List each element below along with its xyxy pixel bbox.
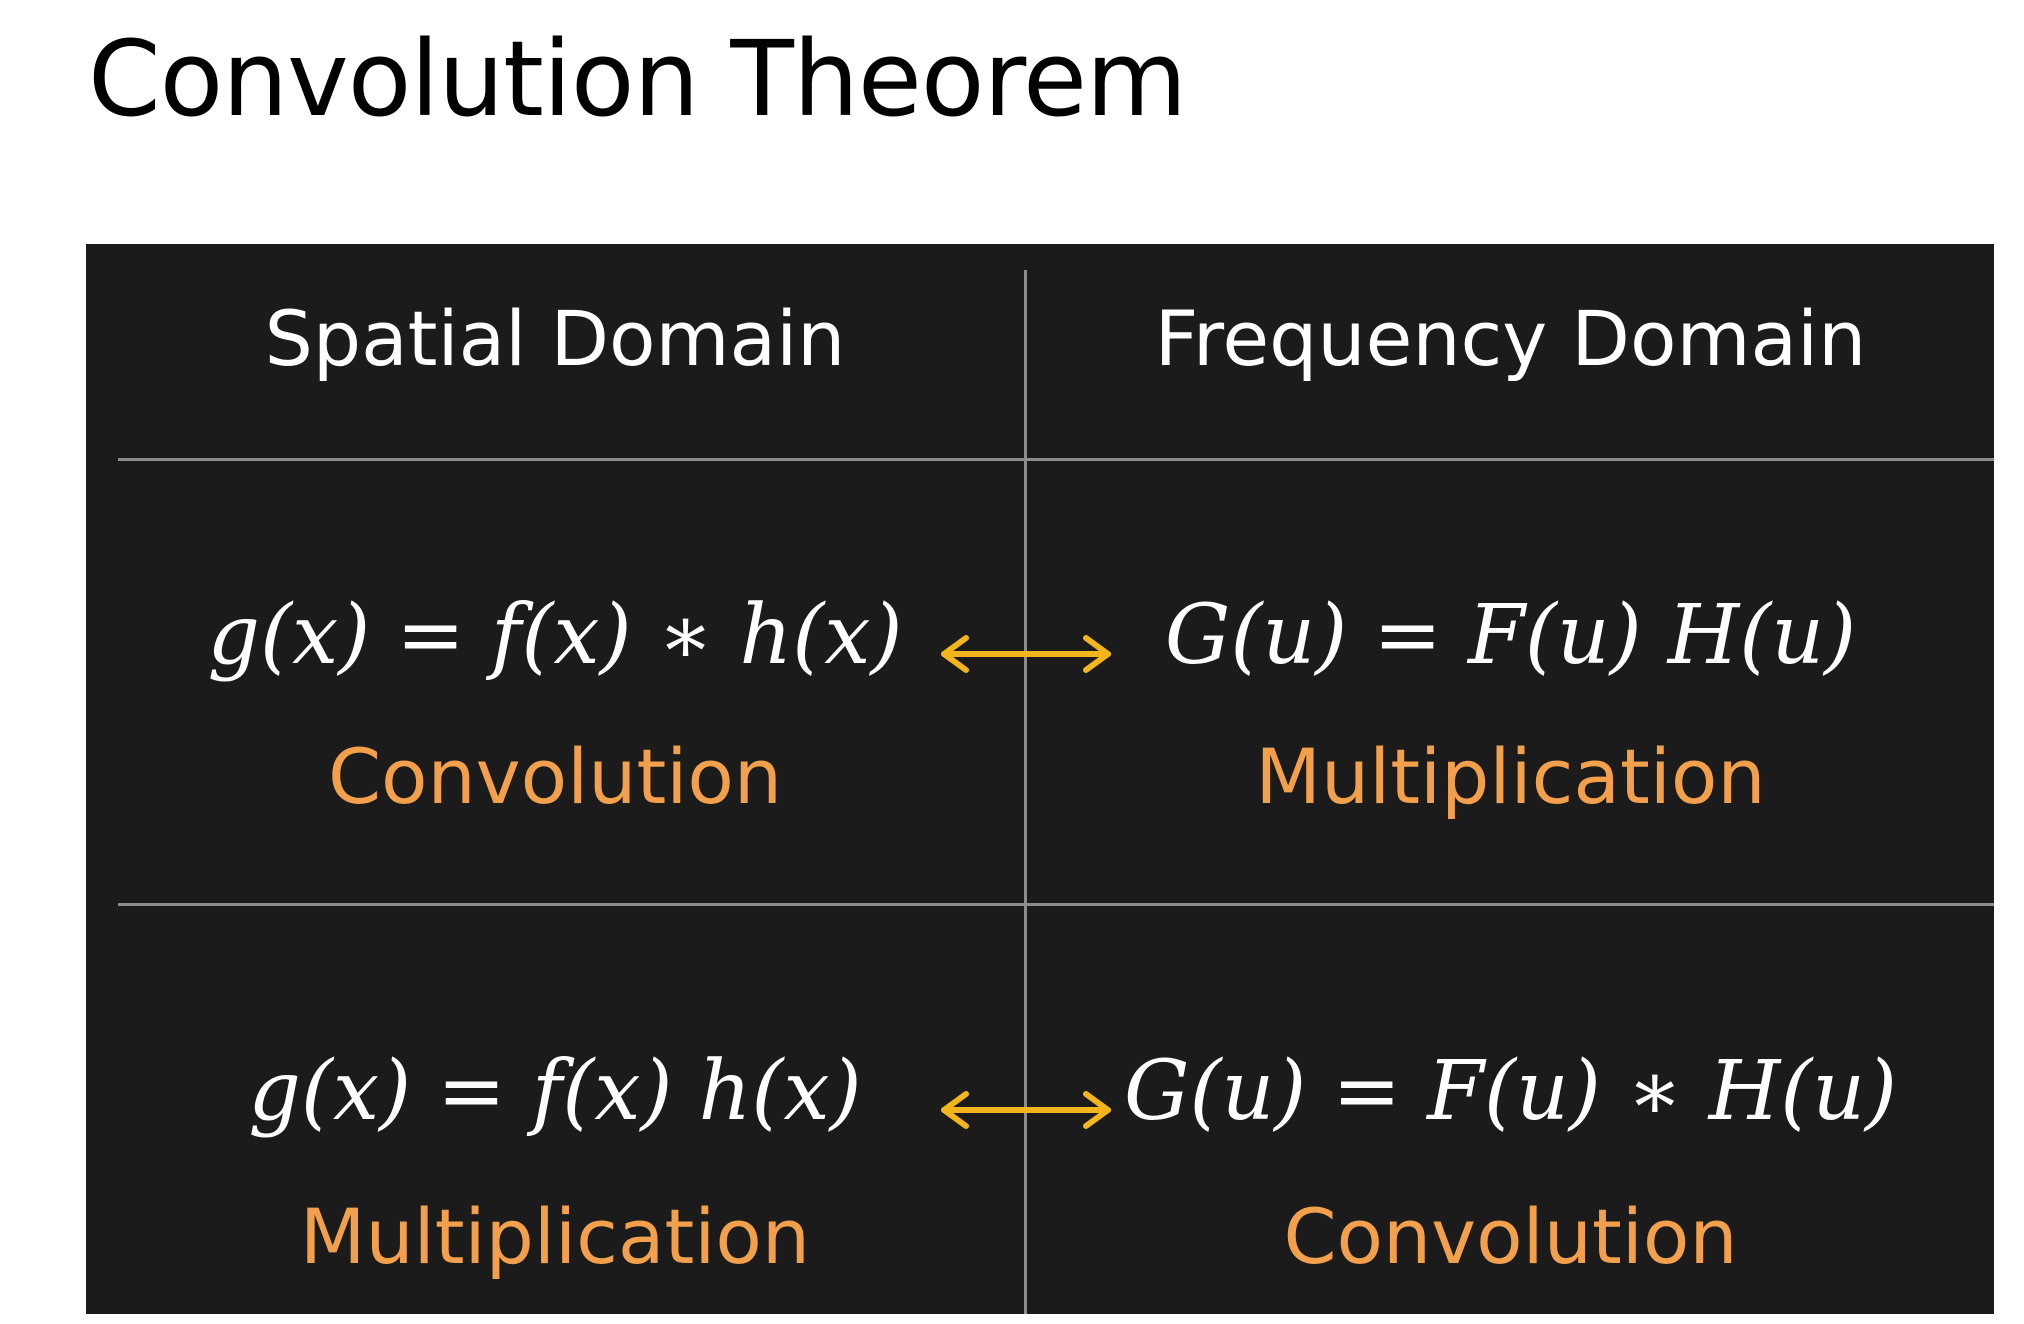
spatial-equation-row-2: g(x) = f(x) h(x) <box>248 1044 862 1139</box>
frequency-equation-row-1: G(u) = F(u) H(u) <box>1164 588 1857 683</box>
frequency-domain-header: Frequency Domain <box>1154 294 1867 383</box>
double-arrow-icon <box>941 635 1111 673</box>
slide: Convolution Theorem Spatial Domain Frequ… <box>0 0 2024 1324</box>
frequency-operation-row-2: Convolution <box>1283 1192 1738 1281</box>
spatial-equation-row-1: g(x) = f(x) ∗ h(x) <box>207 588 903 683</box>
frequency-operation-row-1: Multiplication <box>1255 732 1766 821</box>
spatial-domain-header: Spatial Domain <box>264 294 846 383</box>
frequency-equation-row-2: G(u) = F(u) ∗ H(u) <box>1124 1044 1897 1139</box>
header-divider <box>118 458 1994 461</box>
slide-title: Convolution Theorem <box>88 18 1187 140</box>
theorem-table: Spatial Domain Frequency Domain g(x) = f… <box>86 244 1994 1314</box>
spatial-operation-row-2: Multiplication <box>299 1192 811 1281</box>
double-arrow-icon <box>941 1091 1111 1129</box>
spatial-operation-row-1: Convolution <box>327 732 783 821</box>
row-divider <box>118 903 1994 906</box>
